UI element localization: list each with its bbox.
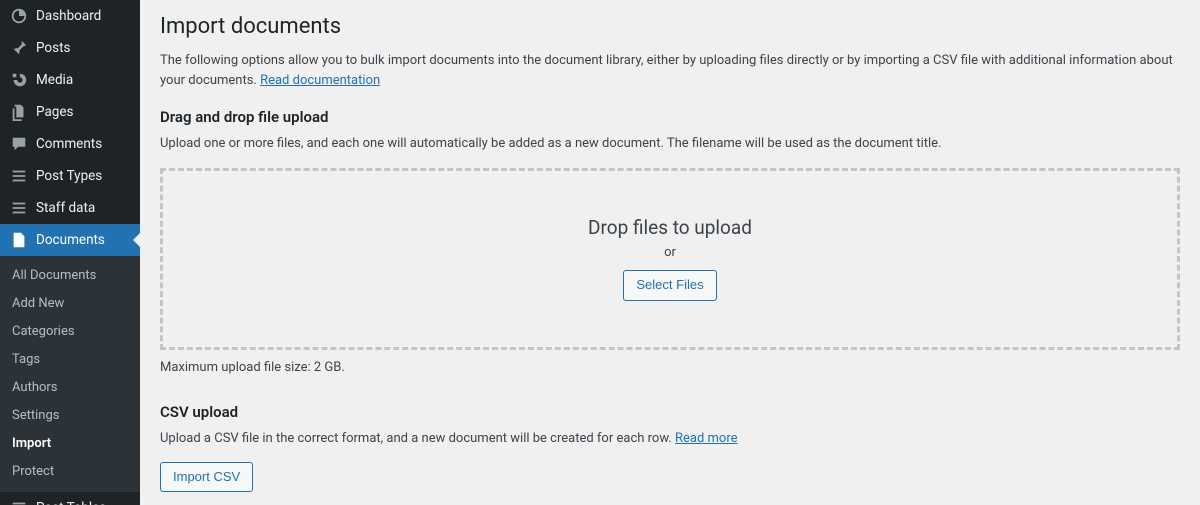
sidebar-item-label: Documents bbox=[36, 231, 105, 249]
sidebar-item-label: Media bbox=[36, 71, 73, 89]
dropzone-or: or bbox=[664, 245, 676, 260]
read-more-link[interactable]: Read more bbox=[675, 431, 738, 446]
page-title: Import documents bbox=[160, 14, 1180, 39]
csv-upload-heading: CSV upload bbox=[160, 403, 1180, 421]
sidebar-submenu: All Documents Add New Categories Tags Au… bbox=[0, 256, 140, 492]
sidebar-item-staff-data[interactable]: Staff data bbox=[0, 192, 140, 224]
sidebar-item-label: Post Tables bbox=[36, 499, 106, 505]
drag-drop-description: Upload one or more files, and each one w… bbox=[160, 134, 1180, 154]
import-csv-button[interactable]: Import CSV bbox=[160, 462, 253, 492]
sidebar-item-post-tables[interactable]: Post Tables bbox=[0, 492, 140, 505]
admin-sidebar: Dashboard Posts Media Pages Comments Pos… bbox=[0, 0, 140, 505]
sidebar-item-label: Dashboard bbox=[36, 7, 101, 25]
select-files-button[interactable]: Select Files bbox=[623, 270, 716, 300]
list-icon bbox=[10, 499, 28, 505]
submenu-item-add-new[interactable]: Add New bbox=[0, 290, 140, 318]
pages-icon bbox=[10, 103, 28, 121]
list-icon bbox=[10, 167, 28, 185]
sidebar-item-posts[interactable]: Posts bbox=[0, 32, 140, 64]
sidebar-item-comments[interactable]: Comments bbox=[0, 128, 140, 160]
media-icon bbox=[10, 71, 28, 89]
file-dropzone[interactable]: Drop files to upload or Select Files bbox=[160, 168, 1180, 350]
read-documentation-link[interactable]: Read documentation bbox=[260, 73, 380, 88]
dropzone-title: Drop files to upload bbox=[588, 216, 752, 239]
pin-icon bbox=[10, 39, 28, 57]
sidebar-item-post-types[interactable]: Post Types bbox=[0, 160, 140, 192]
sidebar-item-label: Comments bbox=[36, 135, 102, 153]
submenu-item-tags[interactable]: Tags bbox=[0, 346, 140, 374]
dashboard-icon bbox=[10, 7, 28, 25]
csv-upload-description: Upload a CSV file in the correct format,… bbox=[160, 429, 1180, 449]
submenu-item-import[interactable]: Import bbox=[0, 430, 140, 458]
sidebar-item-documents[interactable]: Documents bbox=[0, 224, 140, 256]
sidebar-item-dashboard[interactable]: Dashboard bbox=[0, 0, 140, 32]
list-icon bbox=[10, 199, 28, 217]
sidebar-item-label: Post Types bbox=[36, 167, 102, 185]
submenu-item-all-documents[interactable]: All Documents bbox=[0, 262, 140, 290]
document-icon bbox=[10, 231, 28, 249]
submenu-item-protect[interactable]: Protect bbox=[0, 458, 140, 486]
sidebar-item-pages[interactable]: Pages bbox=[0, 96, 140, 128]
submenu-item-settings[interactable]: Settings bbox=[0, 402, 140, 430]
csv-desc-text: Upload a CSV file in the correct format,… bbox=[160, 431, 675, 446]
sidebar-item-media[interactable]: Media bbox=[0, 64, 140, 96]
comment-icon bbox=[10, 135, 28, 153]
main-content: Import documents The following options a… bbox=[140, 0, 1200, 505]
submenu-item-categories[interactable]: Categories bbox=[0, 318, 140, 346]
max-upload-size: Maximum upload file size: 2 GB. bbox=[160, 360, 1180, 375]
sidebar-item-label: Pages bbox=[36, 103, 74, 121]
sidebar-item-label: Staff data bbox=[36, 199, 95, 217]
sidebar-item-label: Posts bbox=[36, 39, 70, 57]
drag-drop-heading: Drag and drop file upload bbox=[160, 108, 1180, 126]
intro-paragraph: The following options allow you to bulk … bbox=[160, 51, 1180, 90]
submenu-item-authors[interactable]: Authors bbox=[0, 374, 140, 402]
